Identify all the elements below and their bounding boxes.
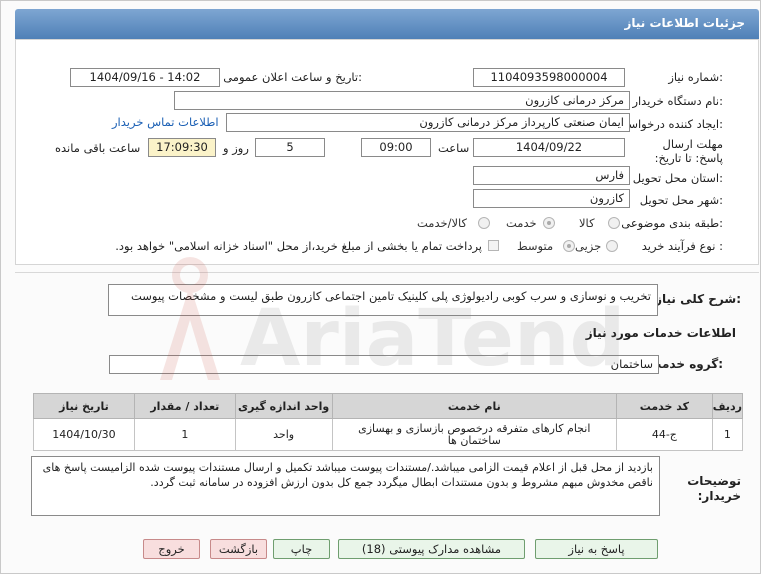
service-group-field[interactable]: ساختمان (109, 355, 659, 374)
deadline-time-field[interactable]: 09:00 (361, 138, 431, 157)
process-label: نوع فرآیند خرید : (641, 239, 723, 253)
creator-field[interactable]: ایمان صنعتی کارپرداز مرکز درمانی کازرون (226, 113, 630, 132)
process-radio-minor[interactable] (606, 240, 618, 252)
col-code-header: کد خدمت (615, 393, 713, 419)
service-group-label: گروه خدمت: (649, 357, 723, 371)
buyer-notes-label: توضیحات خریدار: (687, 474, 741, 503)
view-attachments-button[interactable]: مشاهده مدارک پیوستی (18) (338, 539, 525, 559)
need-number-field[interactable]: 1104093598000004 (473, 68, 625, 87)
province-field[interactable]: فارس (473, 166, 630, 185)
process-radio-medium[interactable] (563, 240, 575, 252)
buyer-org-label: نام دستگاه خریدار: (632, 94, 723, 108)
print-button[interactable]: چاپ (273, 539, 330, 559)
payment-note: پرداخت تمام یا بخشی از مبلغ خرید،از محل … (115, 239, 482, 253)
col-date-header: تاریخ نیاز (33, 393, 135, 419)
buyer-notes-textarea[interactable]: بازدید از محل قبل از اعلام قیمت الزامی م… (31, 456, 660, 516)
cell-row: 1 (711, 418, 744, 451)
col-name-header: نام خدمت (331, 393, 617, 419)
services-section-title: اطلاعات خدمات مورد نیاز (585, 326, 736, 340)
province-label: استان محل تحویل: (632, 171, 723, 185)
cell-unit: واحد (234, 418, 333, 451)
summary-textarea[interactable]: تخریب و نوسازی و سرب کوبی رادیولوژی پلی … (108, 284, 658, 316)
need-number-label: شماره نیاز: (668, 70, 723, 84)
treasury-checkbox[interactable] (488, 240, 499, 251)
back-button[interactable]: بازگشت (210, 539, 267, 559)
category-radio-goods[interactable] (608, 217, 620, 229)
announce-field[interactable]: 1404/09/16 - 14:02 (70, 68, 220, 87)
process-option-minor: جزیی (575, 239, 602, 253)
cell-service-name: انجام کارهای متفرقه درخصوص بازسازی و بهس… (331, 418, 617, 451)
col-qty-header: تعداد / مقدار (133, 393, 236, 419)
process-option-medium: متوسط (517, 239, 554, 253)
summary-label: شرح کلی نیاز: (655, 292, 741, 306)
city-label: شهر محل تحویل: (639, 193, 723, 207)
days-label: روز و (223, 141, 249, 155)
divider (15, 272, 759, 273)
page-title: جزئیات اطلاعات نیاز (624, 16, 745, 30)
col-unit-header: واحد اندازه گیری (234, 393, 333, 419)
cell-date: 1404/10/30 (33, 418, 135, 451)
category-option-goods: کالا (579, 216, 595, 230)
deadline-label: مهلت ارسال پاسخ: تا تاریخ: (654, 137, 723, 165)
remaining-time-field: 17:09:30 (148, 138, 216, 157)
days-field[interactable]: 5 (255, 138, 325, 157)
category-radio-service[interactable] (543, 217, 555, 229)
creator-label: ایجاد کننده درخواست: (617, 117, 723, 131)
category-radio-goods-service[interactable] (478, 217, 490, 229)
category-option-service: خدمت (506, 216, 537, 230)
buyer-org-field[interactable]: مرکز درمانی کازرون (174, 91, 630, 110)
reply-button[interactable]: پاسخ به نیاز (535, 539, 658, 559)
category-option-goods-service: کالا/خدمت (417, 216, 468, 230)
buyer-contact-link[interactable]: اطلاعات تماس خریدار (112, 115, 219, 129)
category-label: طبقه بندی موضوعی: (621, 216, 723, 230)
cell-code: ج-44 (615, 418, 713, 451)
exit-button[interactable]: خروج (143, 539, 200, 559)
table-header-row: ردیف کد خدمت نام خدمت واحد اندازه گیری ت… (33, 393, 744, 419)
deadline-date-field[interactable]: 1404/09/22 (473, 138, 625, 157)
services-table: ردیف کد خدمت نام خدمت واحد اندازه گیری ت… (33, 393, 744, 451)
col-row-header: ردیف (711, 393, 744, 419)
table-row: 1 ج-44 انجام کارهای متفرقه درخصوص بازساز… (33, 418, 744, 451)
header-bar: جزئیات اطلاعات نیاز (15, 9, 759, 39)
announce-label: تاریخ و ساعت اعلان عمومی: (223, 70, 362, 84)
remaining-label: ساعت باقی مانده (55, 141, 141, 155)
city-field[interactable]: کازرون (473, 189, 630, 208)
time-label: ساعت (438, 141, 470, 155)
cell-qty: 1 (133, 418, 236, 451)
